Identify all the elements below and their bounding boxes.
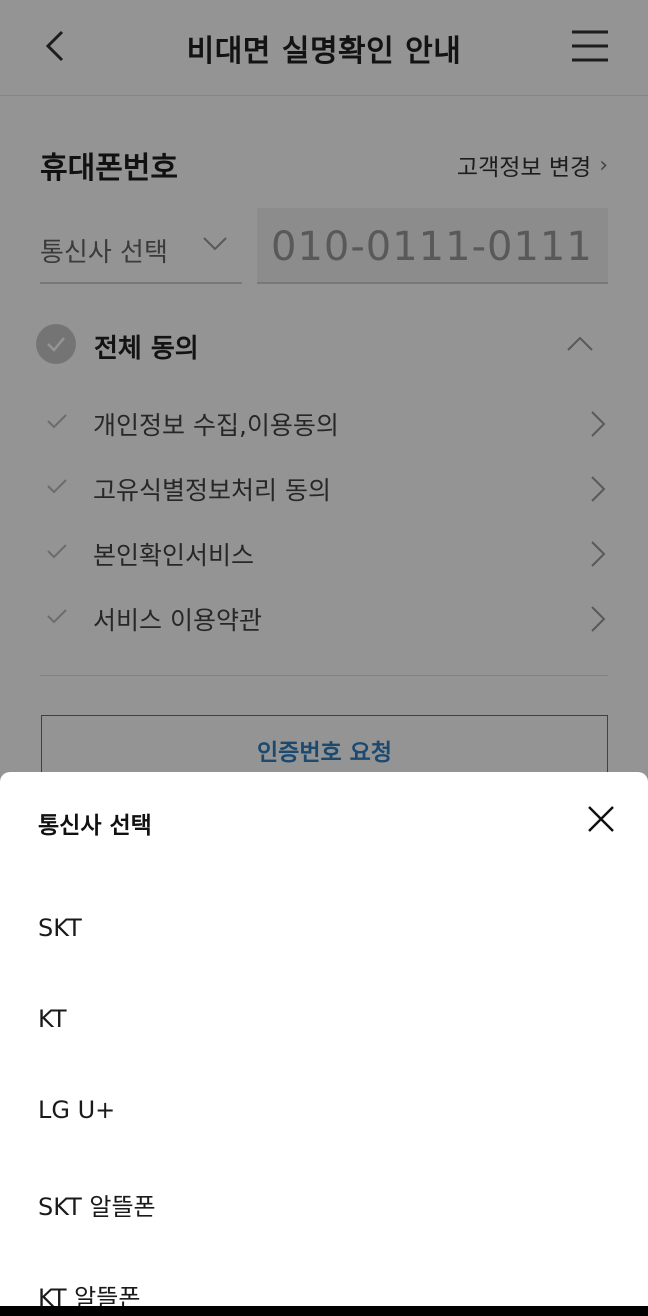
carrier-option-skt[interactable]: SKT: [0, 882, 648, 973]
carrier-option-kt[interactable]: KT: [0, 973, 648, 1064]
close-icon: [588, 806, 614, 832]
carrier-option-label: LG U+: [38, 1096, 116, 1124]
carrier-bottom-sheet: 통신사 선택 SKT KT LG U+ SKT 알뜰폰 KT 알뜰폰: [0, 772, 648, 1316]
carrier-option-lgu[interactable]: LG U+: [0, 1064, 648, 1155]
carrier-option-skt-mvno[interactable]: SKT 알뜰폰: [0, 1155, 648, 1246]
carrier-option-label: SKT 알뜰폰: [38, 1193, 156, 1221]
system-nav-bar: [0, 1306, 648, 1316]
sheet-title: 통신사 선택: [38, 813, 152, 839]
carrier-options-list: SKT KT LG U+ SKT 알뜰폰 KT 알뜰폰: [0, 882, 648, 1316]
sheet-close-button[interactable]: [584, 802, 618, 836]
carrier-option-label: SKT: [38, 914, 82, 942]
carrier-option-label: KT: [38, 1005, 67, 1033]
